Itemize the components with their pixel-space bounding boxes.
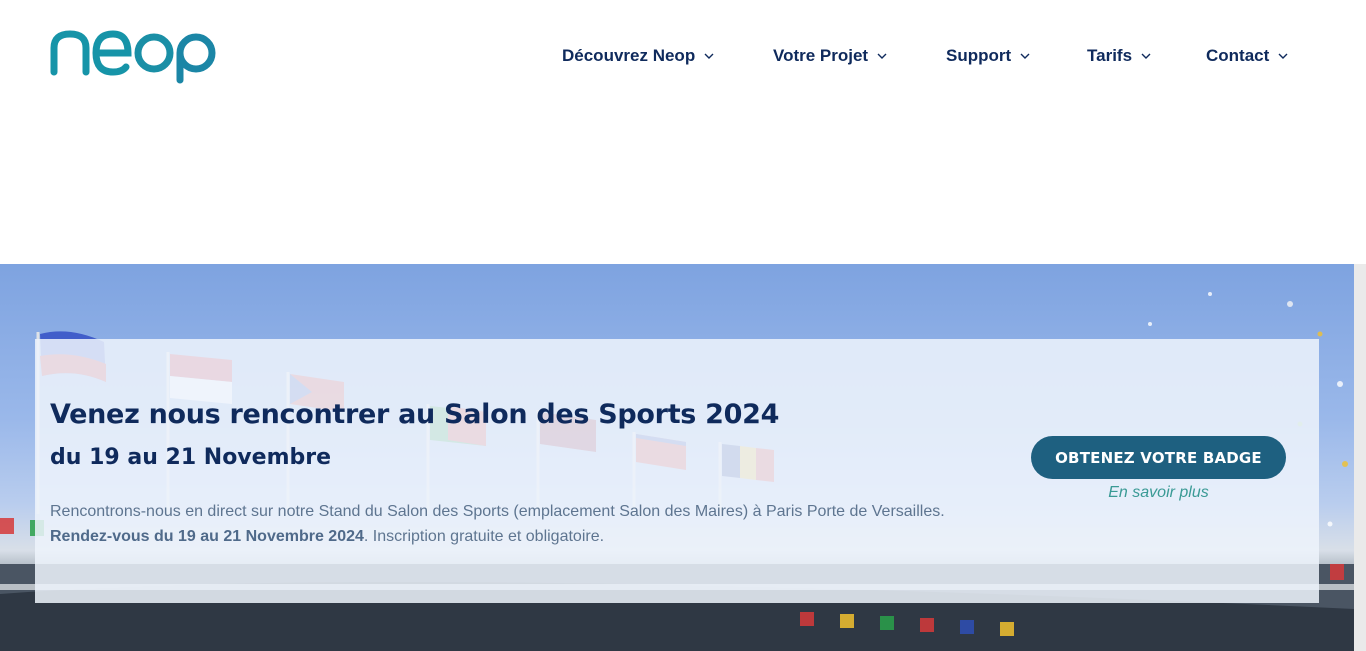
site-header: Découvrez Neop Votre Projet Support Tari… — [0, 0, 1366, 116]
event-info-card: Venez nous rencontrer au Salon des Sport… — [35, 339, 1319, 603]
nav-item-label: Support — [946, 46, 1012, 65]
event-dates: du 19 au 21 Novembre — [50, 445, 332, 470]
event-title: Venez nous rencontrer au Salon des Sport… — [50, 399, 780, 430]
nav-item-label: Contact — [1206, 46, 1270, 65]
chevron-down-icon — [704, 53, 714, 59]
event-description-highlight: Rendez-vous du 19 au 21 Novembre 2024 — [50, 528, 364, 545]
chevron-down-icon — [1278, 53, 1288, 59]
page-scrollbar[interactable] — [1354, 264, 1366, 651]
nav-item-support[interactable]: Support — [946, 46, 1030, 66]
chevron-down-icon — [1141, 53, 1151, 59]
event-description-suffix: . Inscription gratuite et obligatoire. — [363, 528, 605, 545]
learn-more-link[interactable]: En savoir plus — [1031, 484, 1286, 502]
main-nav: Découvrez Neop Votre Projet Support Tari… — [0, 46, 1366, 70]
get-badge-button[interactable]: OBTENEZ VOTRE BADGE — [1031, 436, 1286, 479]
nav-item-decouvrez-neop[interactable]: Découvrez Neop — [562, 46, 714, 66]
nav-item-label: Découvrez Neop — [562, 46, 696, 65]
event-banner: Venez nous rencontrer au Salon des Sport… — [0, 264, 1354, 651]
event-description: Rencontrons-nous en direct sur notre Sta… — [50, 499, 990, 549]
nav-item-contact[interactable]: Contact — [1206, 46, 1288, 66]
chevron-down-icon — [877, 53, 887, 59]
chevron-down-icon — [1020, 53, 1030, 59]
nav-item-label: Votre Projet — [773, 46, 869, 65]
nav-item-tarifs[interactable]: Tarifs — [1087, 46, 1151, 66]
nav-item-label: Tarifs — [1087, 46, 1133, 65]
nav-item-votre-projet[interactable]: Votre Projet — [773, 46, 887, 66]
event-description-text: Rencontrons-nous en direct sur notre Sta… — [50, 503, 945, 520]
